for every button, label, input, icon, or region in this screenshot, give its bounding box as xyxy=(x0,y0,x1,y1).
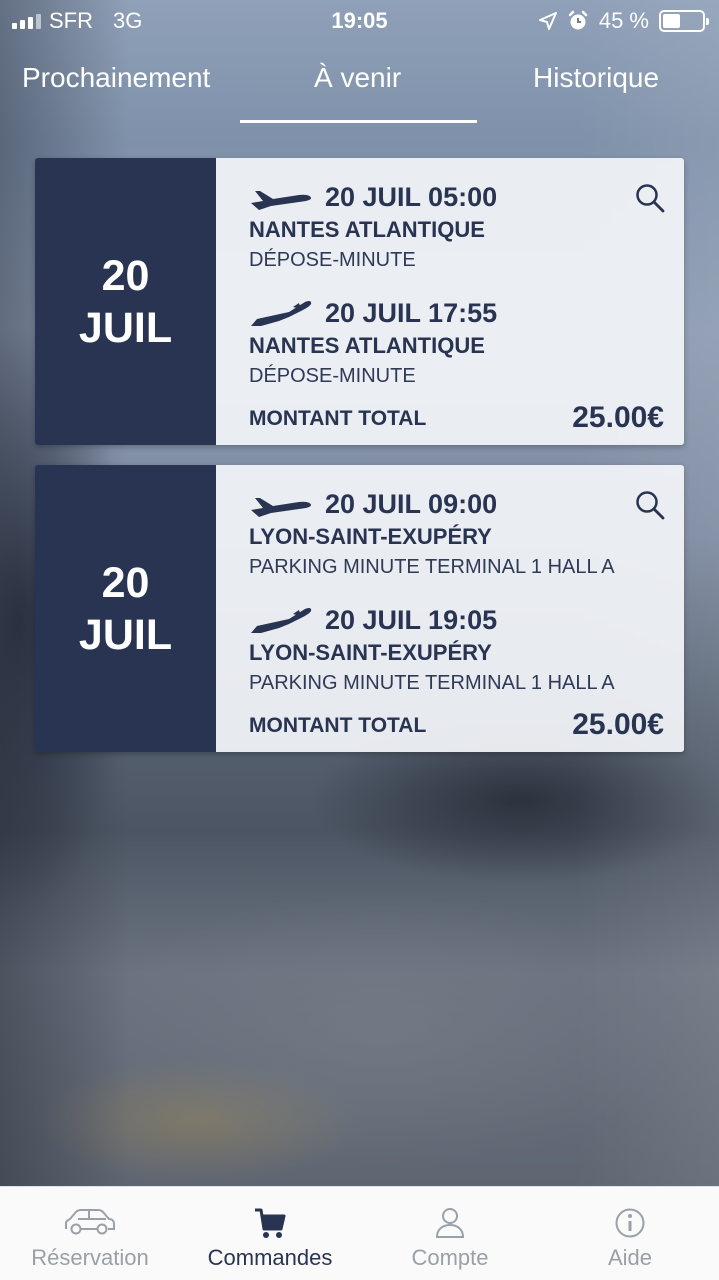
nav-compte[interactable]: Compte xyxy=(360,1187,540,1280)
nav-aide[interactable]: Aide xyxy=(540,1187,719,1280)
outbound-datetime: 20 JUIL 09:00 xyxy=(325,489,498,519)
bottom-nav: Réservation Commandes Compte Aide xyxy=(0,1186,719,1280)
total-label: MONTANT TOTAL xyxy=(249,407,427,430)
car-icon xyxy=(65,1209,115,1235)
tab-historique[interactable]: Historique xyxy=(533,62,659,94)
battery-icon xyxy=(659,10,709,32)
nav-reservation-label: Réservation xyxy=(31,1245,149,1270)
tab-bar: Prochainement À venir Historique xyxy=(0,48,719,124)
date-block: 20 JUIL xyxy=(35,158,216,445)
outbound-place: NANTES ATLANTIQUE xyxy=(249,217,485,242)
return-datetime: 20 JUIL 17:55 xyxy=(325,298,498,328)
tab-a-venir[interactable]: À venir xyxy=(314,62,401,94)
date-month: JUIL xyxy=(78,610,173,659)
return-segment: 20 JUIL 17:55 NANTES ATLANTIQUE DÉPOSE-M… xyxy=(249,298,497,388)
nav-reservation[interactable]: Réservation xyxy=(0,1187,180,1280)
date-month: JUIL xyxy=(78,303,173,352)
reservation-card[interactable]: 20 JUIL 20 JUIL 05:00 NANTES ATLANTIQUE … xyxy=(35,158,684,445)
alarm-icon xyxy=(568,10,588,30)
plane-takeoff-icon xyxy=(251,497,311,517)
return-detail: DÉPOSE-MINUTE xyxy=(249,365,416,387)
plane-takeoff-icon xyxy=(251,190,311,210)
reservation-details: 20 JUIL 09:00 LYON-SAINT-EXUPÉRY PARKING… xyxy=(216,465,684,752)
date-block: 20 JUIL xyxy=(35,465,216,752)
cart-icon xyxy=(255,1208,286,1238)
outbound-detail: PARKING MINUTE TERMINAL 1 HALL A xyxy=(249,556,615,578)
outbound-detail: DÉPOSE-MINUTE xyxy=(249,249,416,271)
outbound-segment: 20 JUIL 05:00 NANTES ATLANTIQUE DÉPOSE-M… xyxy=(249,182,497,272)
search-icon[interactable] xyxy=(634,182,666,214)
battery-percent: 45 % xyxy=(598,8,649,33)
outbound-segment: 20 JUIL 09:00 LYON-SAINT-EXUPÉRY PARKING… xyxy=(249,489,615,579)
search-icon[interactable] xyxy=(634,489,666,521)
nav-aide-label: Aide xyxy=(607,1245,653,1270)
total-amount: 25.00€ xyxy=(572,708,664,741)
return-place: LYON-SAINT-EXUPÉRY xyxy=(249,640,492,665)
plane-landing-icon xyxy=(251,300,312,326)
reservation-card[interactable]: 20 JUIL 20 JUIL 09:00 LYON-SAINT-EXUPÉRY… xyxy=(35,465,684,752)
info-icon xyxy=(615,1208,645,1238)
return-datetime: 20 JUIL 19:05 xyxy=(325,605,498,635)
return-place: NANTES ATLANTIQUE xyxy=(249,333,485,358)
nav-commandes-label: Commandes xyxy=(207,1245,333,1270)
total-amount: 25.00€ xyxy=(572,401,664,434)
outbound-datetime: 20 JUIL 05:00 xyxy=(325,182,498,212)
nav-commandes[interactable]: Commandes xyxy=(180,1187,360,1280)
return-segment: 20 JUIL 19:05 LYON-SAINT-EXUPÉRY PARKING… xyxy=(249,605,615,695)
tab-prochainement[interactable]: Prochainement xyxy=(22,62,210,94)
status-bar: SFR 3G 19:05 45 % xyxy=(0,0,719,40)
plane-landing-icon xyxy=(251,607,312,633)
date-day: 20 xyxy=(101,251,150,300)
location-icon xyxy=(538,12,557,30)
user-icon xyxy=(435,1208,465,1238)
nav-compte-label: Compte xyxy=(411,1245,489,1270)
active-tab-indicator xyxy=(240,120,477,123)
total-label: MONTANT TOTAL xyxy=(249,714,427,737)
date-day: 20 xyxy=(101,558,150,607)
reservation-details: 20 JUIL 05:00 NANTES ATLANTIQUE DÉPOSE-M… xyxy=(216,158,684,445)
return-detail: PARKING MINUTE TERMINAL 1 HALL A xyxy=(249,672,615,694)
outbound-place: LYON-SAINT-EXUPÉRY xyxy=(249,524,492,549)
